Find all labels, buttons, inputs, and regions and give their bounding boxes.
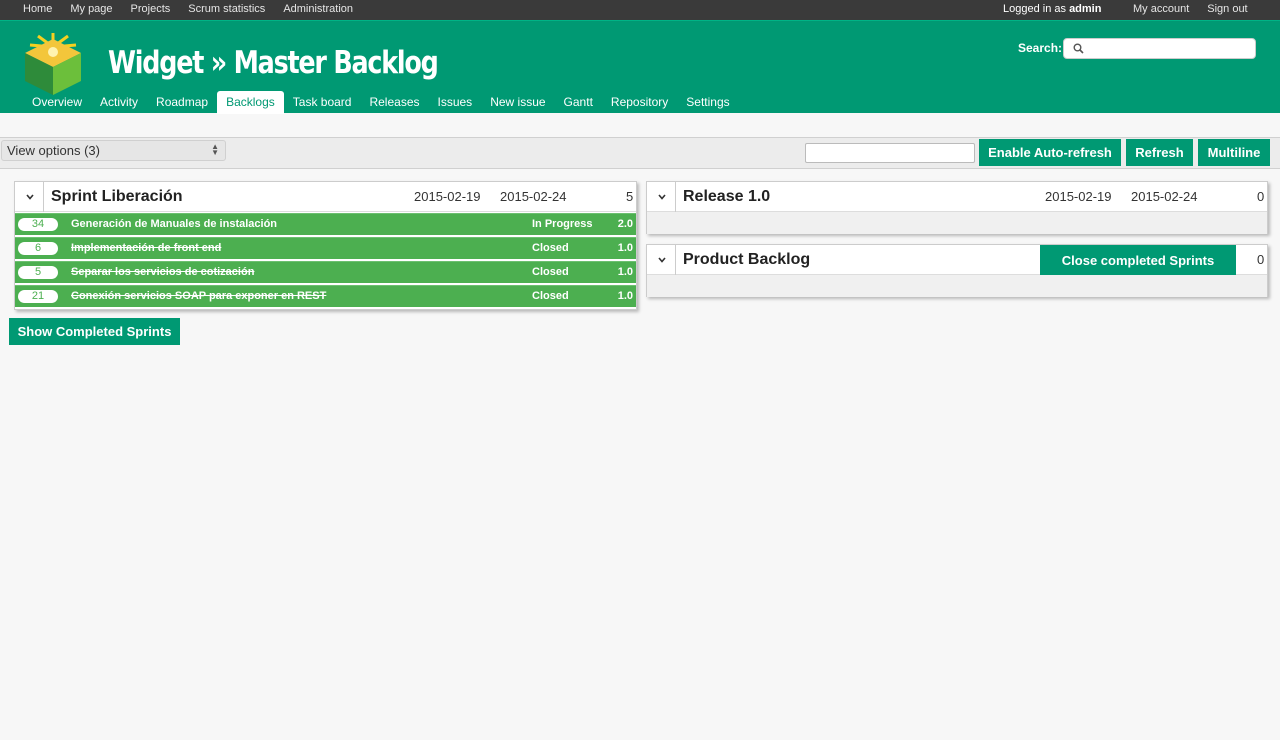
chevron-down-icon — [26, 194, 34, 200]
top-menu: Home My page Projects Scrum statistics A… — [0, 0, 1280, 20]
release-dropzone — [647, 212, 1267, 234]
view-options-select[interactable]: View options (3) ▲ ▼ — [1, 140, 226, 161]
story-id[interactable]: 6 — [18, 242, 58, 255]
story-status[interactable]: Closed — [532, 266, 569, 278]
tab-activity[interactable]: Activity — [91, 91, 147, 114]
refresh-button[interactable]: Refresh — [1126, 139, 1193, 166]
top-link-projects[interactable]: Projects — [131, 3, 171, 15]
product-backlog-name: Product Backlog — [683, 251, 811, 268]
search-input[interactable] — [1090, 41, 1250, 56]
tab-releases[interactable]: Releases — [360, 91, 428, 114]
logged-in-prefix: Logged in as — [1003, 3, 1066, 15]
logged-in-info: Logged in as admin — [1003, 3, 1101, 15]
top-link-home[interactable]: Home — [23, 3, 52, 15]
search-icon — [1073, 43, 1084, 54]
story-points[interactable]: 1.0 — [618, 242, 633, 254]
story-row[interactable]: 6 Implementación de front end Closed 1.0 — [15, 237, 636, 259]
story-subject[interactable]: Conexión servicios SOAP para exponer en … — [71, 290, 326, 302]
story-points[interactable]: 2.0 — [618, 218, 633, 230]
header: Widget » Master Backlog Search: Overview… — [0, 20, 1280, 114]
sprint-story-count: 5 — [626, 189, 634, 204]
sprint-end-date[interactable]: 2015-02-24 — [500, 189, 567, 204]
chevron-down-icon — [658, 194, 666, 200]
story-row[interactable]: 21 Conexión servicios SOAP para exponer … — [15, 285, 636, 307]
release-story-count: 0 — [1257, 189, 1265, 204]
product-backlog-header: Product Backlog Close completed Sprints … — [647, 245, 1267, 275]
top-menu-left: Home My page Projects Scrum statistics A… — [14, 3, 362, 15]
top-link-my-page[interactable]: My page — [70, 3, 112, 15]
enable-auto-refresh-button[interactable]: Enable Auto-refresh — [979, 139, 1121, 166]
story-points[interactable]: 1.0 — [618, 266, 633, 278]
sprint-story-list: 34 Generación de Manuales de instalación… — [15, 213, 636, 307]
tab-settings[interactable]: Settings — [677, 91, 738, 114]
tab-backlogs[interactable]: Backlogs — [217, 91, 284, 114]
top-link-my-account[interactable]: My account — [1133, 3, 1189, 15]
main-menu: Overview Activity Roadmap Backlogs Task … — [0, 91, 739, 114]
tab-roadmap[interactable]: Roadmap — [147, 91, 217, 114]
top-menu-right: My account Sign out — [1133, 3, 1266, 15]
story-row[interactable]: 5 Separar los servicios de cotización Cl… — [15, 261, 636, 283]
story-points[interactable]: 1.0 — [618, 290, 633, 302]
tab-repository[interactable]: Repository — [602, 91, 677, 114]
sprint-toggle[interactable] — [15, 182, 44, 212]
story-row[interactable]: 34 Generación de Manuales de instalación… — [15, 213, 636, 235]
tab-issues[interactable]: Issues — [429, 91, 482, 114]
product-backlog-panel: Product Backlog Close completed Sprints … — [646, 244, 1268, 297]
story-subject[interactable]: Separar los servicios de cotización — [71, 266, 254, 278]
story-status[interactable]: Closed — [532, 242, 569, 254]
cube-logo-icon — [25, 33, 81, 95]
sprint-start-date[interactable]: 2015-02-19 — [414, 189, 481, 204]
release-toggle[interactable] — [647, 182, 676, 212]
sprint-panel: Sprint Liberación 2015-02-19 2015-02-24 … — [14, 181, 637, 310]
story-subject[interactable]: Implementación de front end — [71, 242, 221, 254]
search-box — [1063, 38, 1256, 59]
release-name[interactable]: Release 1.0 — [683, 188, 770, 206]
sprint-header: Sprint Liberación 2015-02-19 2015-02-24 … — [15, 182, 636, 212]
project-title: Widget » Master Backlog — [108, 45, 439, 81]
release-start-date[interactable]: 2015-02-19 — [1045, 189, 1112, 204]
logged-in-user[interactable]: admin — [1069, 3, 1101, 15]
search-label: Search: — [1018, 41, 1063, 55]
story-id[interactable]: 34 — [18, 218, 58, 231]
story-id[interactable]: 21 — [18, 290, 58, 303]
tab-overview[interactable]: Overview — [23, 91, 91, 114]
show-completed-sprints-button[interactable]: Show Completed Sprints — [9, 318, 180, 345]
release-end-date[interactable]: 2015-02-24 — [1131, 189, 1198, 204]
view-options-label: View options (3) — [7, 143, 100, 158]
select-arrows-icon: ▲ ▼ — [211, 142, 219, 157]
release-header: Release 1.0 2015-02-19 2015-02-24 0 — [647, 182, 1267, 212]
toolbar-filter-input[interactable] — [805, 143, 975, 163]
backlog-toolbar: View options (3) ▲ ▼ Enable Auto-refresh … — [0, 137, 1280, 169]
product-backlog-dropzone — [647, 275, 1267, 297]
story-id[interactable]: 5 — [18, 266, 58, 279]
sprint-name[interactable]: Sprint Liberación — [51, 188, 183, 206]
tab-task-board[interactable]: Task board — [284, 91, 361, 114]
top-link-administration[interactable]: Administration — [283, 3, 353, 15]
tab-gantt[interactable]: Gantt — [555, 91, 602, 114]
top-link-sign-out[interactable]: Sign out — [1207, 3, 1247, 15]
story-subject[interactable]: Generación de Manuales de instalación — [71, 218, 277, 230]
story-status[interactable]: Closed — [532, 290, 569, 302]
product-backlog-toggle[interactable] — [647, 245, 676, 275]
product-backlog-count: 0 — [1257, 252, 1265, 267]
close-completed-sprints-button[interactable]: Close completed Sprints — [1040, 245, 1236, 275]
chevron-down-icon — [658, 257, 666, 263]
multiline-button[interactable]: Multiline — [1198, 139, 1270, 166]
release-panel: Release 1.0 2015-02-19 2015-02-24 0 — [646, 181, 1268, 234]
tab-new-issue[interactable]: New issue — [481, 91, 554, 114]
top-link-scrum-statistics[interactable]: Scrum statistics — [188, 3, 265, 15]
story-status[interactable]: In Progress — [532, 218, 593, 230]
